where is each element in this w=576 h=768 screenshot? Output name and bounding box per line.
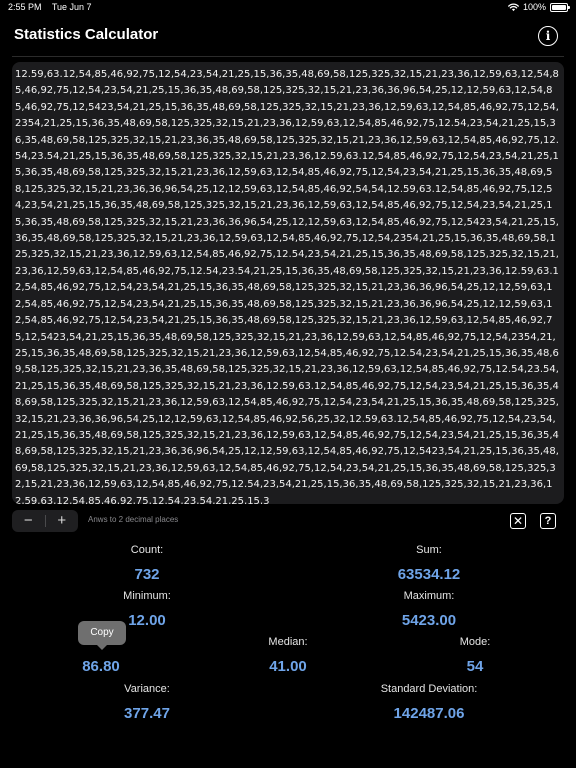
mode-value[interactable]: 54 — [385, 658, 565, 675]
status-left: 2:55 PM Tue Jun 7 — [8, 2, 100, 12]
median-label: Median: — [268, 636, 308, 648]
variance-label: Variance: — [124, 683, 170, 695]
status-time: 2:55 PM — [8, 2, 42, 12]
status-right: 100% — [508, 2, 570, 12]
decrement-button[interactable]: − — [12, 510, 45, 532]
data-input-textarea[interactable]: 12.59,63.12,54,85,46,92,75,12,54,23,54,2… — [12, 62, 564, 504]
maximum-value[interactable]: 5423.00 — [339, 612, 519, 629]
median-value[interactable]: 41.00 — [198, 658, 378, 675]
copy-label: Copy — [90, 627, 114, 638]
std-dev-value[interactable]: 142487.06 — [339, 705, 519, 722]
help-glyph: ? — [544, 515, 552, 527]
toolbar: − + Anws to 2 decimal places ✕ ? — [12, 510, 564, 532]
precision-label: Anws to 2 decimal places — [88, 515, 179, 524]
std-dev-label: Standard Deviation: — [380, 683, 478, 695]
battery-level — [552, 4, 566, 10]
battery-percent: 100% — [522, 2, 546, 12]
page-title: Statistics Calculator — [14, 26, 159, 43]
mode-label: Mode: — [459, 636, 491, 648]
minimum-label: Minimum: — [123, 590, 171, 602]
info-icon[interactable]: i — [538, 26, 558, 46]
clear-glyph: ✕ — [512, 514, 524, 528]
battery-icon — [550, 2, 570, 12]
status-bar: 2:55 PM Tue Jun 7 100% — [0, 0, 576, 16]
decimal-places-stepper: − + — [12, 510, 78, 532]
header-divider — [12, 56, 564, 57]
help-icon[interactable]: ? — [540, 513, 556, 529]
sum-value[interactable]: 63534.12 — [339, 566, 519, 583]
increment-button[interactable]: + — [46, 510, 79, 532]
info-glyph: i — [545, 29, 551, 43]
copy-tooltip[interactable]: Copy — [78, 621, 126, 650]
mean-value[interactable]: 86.80 — [11, 658, 191, 675]
status-date: Tue Jun 7 — [51, 2, 92, 12]
count-label: Count: — [130, 544, 164, 556]
count-value[interactable]: 732 — [57, 566, 237, 583]
variance-value[interactable]: 377.47 — [57, 705, 237, 722]
clear-icon[interactable]: ✕ — [510, 513, 526, 529]
data-input-text[interactable]: 12.59,63.12,54,85,46,92,75,12,54,23,54,2… — [15, 67, 560, 504]
wifi-icon — [508, 3, 519, 11]
sum-label: Sum: — [416, 544, 442, 556]
maximum-label: Maximum: — [403, 590, 455, 602]
